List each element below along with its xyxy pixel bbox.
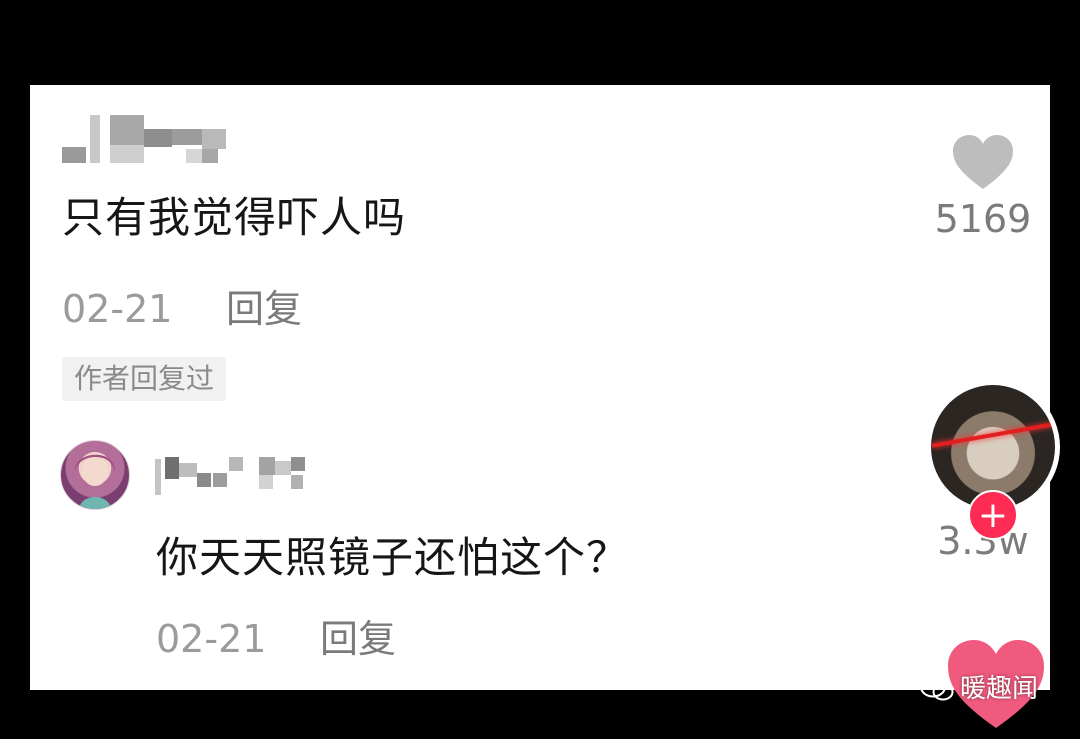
comment-text: 只有我觉得吓人吗 [62, 193, 407, 242]
wechat-icon [920, 676, 954, 701]
reply-text: 你天天照镜子还怕这个？ [156, 533, 630, 582]
comment-panel: 只有我觉得吓人吗 02-21 回复 作者回复过 5169 你天天照镜子还怕这个？… [30, 85, 1050, 690]
comment-date: 02-21 [62, 287, 173, 331]
like-button[interactable]: 5169 [928, 133, 1038, 241]
laser-effect [931, 422, 1055, 448]
heart-icon [953, 135, 1013, 189]
reply-button[interactable]: 回复 [320, 617, 396, 661]
avatar[interactable] [60, 440, 130, 510]
watermark: 暖趣闻 [920, 672, 1038, 706]
username-blurred[interactable] [62, 115, 232, 165]
watermark-text: 暖趣闻 [960, 674, 1039, 704]
username-blurred[interactable] [155, 455, 325, 495]
reply-date: 02-21 [156, 617, 267, 661]
like-count: 5169 [934, 197, 1032, 241]
follow-button[interactable]: + [968, 490, 1018, 540]
avatar-illustration [74, 454, 116, 509]
author-replied-badge: 作者回复过 [62, 357, 227, 401]
reply-button[interactable]: 回复 [226, 287, 302, 331]
